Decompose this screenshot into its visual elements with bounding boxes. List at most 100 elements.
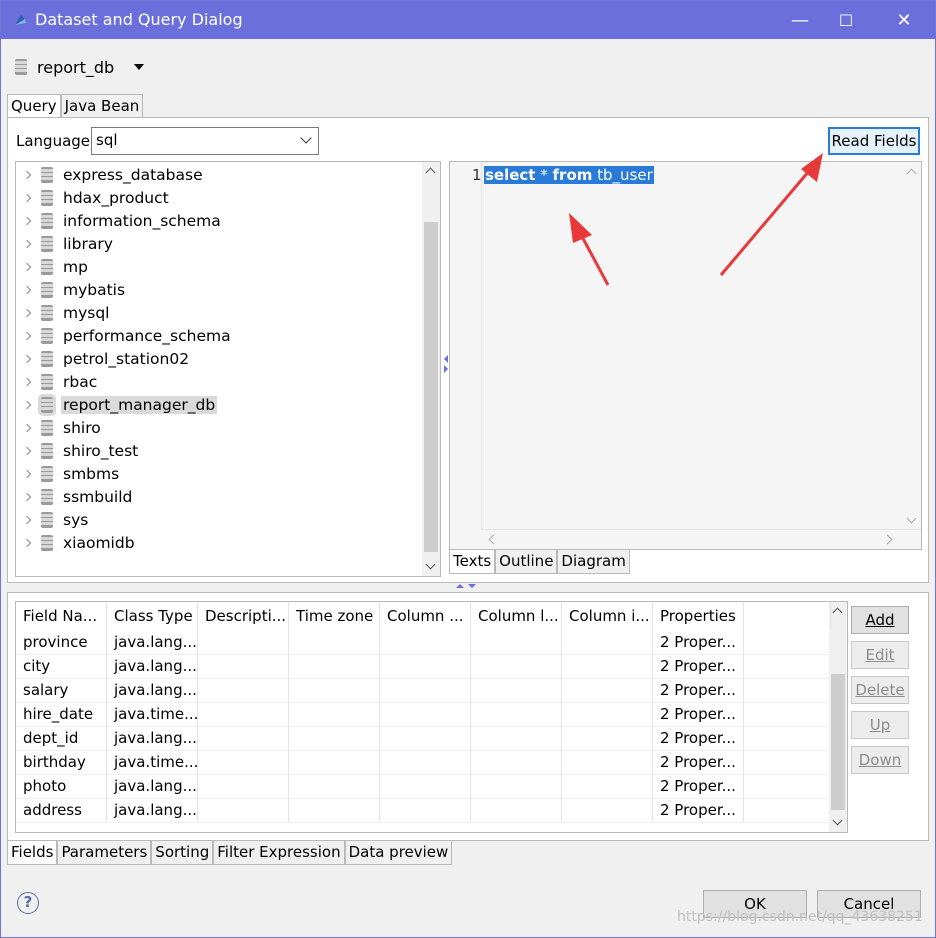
tab-query[interactable]: Query	[7, 94, 61, 118]
scroll-thumb[interactable]	[424, 222, 438, 552]
table-row[interactable]: birthday java.time... 2 Proper...	[16, 750, 831, 774]
editor-vscrollbar[interactable]	[903, 162, 921, 530]
edit-button[interactable]: Edit	[851, 641, 909, 669]
read-fields-button[interactable]: Read Fields	[828, 127, 920, 155]
expand-arrow-icon[interactable]	[22, 423, 32, 433]
database-tree[interactable]: express_database hdax_product information_…	[15, 161, 441, 577]
expand-arrow-icon[interactable]	[22, 538, 32, 548]
tree-item[interactable]: ssmbuild	[16, 486, 134, 508]
collapse-up-icon[interactable]	[456, 584, 464, 588]
sql-text[interactable]: select * from tb_user	[484, 166, 654, 184]
table-row[interactable]: address java.lang... 2 Proper...	[16, 798, 831, 822]
column-header[interactable]: Class Type	[107, 602, 198, 630]
tree-item[interactable]: sys	[16, 509, 90, 531]
table-cell: photo	[16, 774, 107, 798]
datasource-selector[interactable]: report_db	[15, 55, 145, 79]
expand-arrow-icon[interactable]	[22, 239, 32, 249]
horizontal-sash[interactable]	[456, 584, 480, 592]
sql-editor[interactable]: 1 select * from tb_user	[449, 161, 922, 550]
tab-parameters[interactable]: Parameters	[57, 841, 152, 865]
table-row[interactable]: photo java.lang... 2 Proper...	[16, 774, 831, 798]
collapse-left-icon[interactable]	[444, 355, 448, 363]
down-button[interactable]: Down	[851, 746, 909, 774]
tab-outline[interactable]: Outline	[495, 550, 558, 574]
column-header[interactable]: Properties	[653, 602, 744, 630]
expand-arrow-icon[interactable]	[22, 492, 32, 502]
fields-table[interactable]: Field Na... Class Type Descripti... Time zo…	[15, 601, 848, 833]
tree-item[interactable]: rbac	[16, 371, 99, 393]
tree-item[interactable]: shiro_test	[16, 440, 140, 462]
tab-filter-expression[interactable]: Filter Expression	[213, 841, 345, 865]
add-button[interactable]: Add	[851, 606, 909, 634]
scroll-up-icon[interactable]	[906, 168, 917, 179]
tree-item[interactable]: shiro	[16, 417, 103, 439]
tree-scrollbar[interactable]	[422, 162, 440, 576]
tree-item[interactable]: mp	[16, 256, 90, 278]
language-select[interactable]: sql	[91, 127, 319, 155]
scroll-thumb[interactable]	[831, 674, 845, 810]
tree-item[interactable]: xiaomidb	[16, 532, 137, 554]
maximize-button[interactable]: ☐	[823, 1, 869, 39]
column-header[interactable]: Field Na...	[16, 602, 107, 630]
column-header[interactable]: Column i...	[562, 602, 653, 630]
tree-item[interactable]: information_schema	[16, 210, 223, 232]
column-header[interactable]: Column ...	[380, 602, 471, 630]
tab-data-preview[interactable]: Data preview	[344, 841, 453, 865]
tree-item[interactable]: hdax_product	[16, 187, 171, 209]
delete-button[interactable]: Delete	[851, 676, 909, 704]
tab-java-bean[interactable]: Java Bean	[60, 94, 144, 118]
editor-hscrollbar[interactable]	[482, 529, 921, 549]
expand-arrow-icon[interactable]	[22, 170, 32, 180]
tree-item[interactable]: mybatis	[16, 279, 127, 301]
tree-item[interactable]: report_manager_db	[16, 394, 218, 416]
expand-down-icon[interactable]	[468, 584, 476, 588]
table-row[interactable]: salary java.lang... 2 Proper...	[16, 678, 831, 702]
tab-texts[interactable]: Texts	[449, 550, 496, 574]
expand-arrow-icon[interactable]	[22, 446, 32, 456]
scroll-down-icon[interactable]	[425, 559, 436, 570]
scroll-up-icon[interactable]	[832, 607, 843, 618]
tree-item[interactable]: library	[16, 233, 115, 255]
expand-arrow-icon[interactable]	[22, 354, 32, 364]
column-header[interactable]: Descripti...	[198, 602, 289, 630]
table-scrollbar[interactable]	[829, 602, 847, 832]
close-button[interactable]: ✕	[881, 1, 927, 39]
scroll-down-icon[interactable]	[906, 513, 917, 524]
tree-item[interactable]: petrol_station02	[16, 348, 191, 370]
expand-arrow-icon[interactable]	[22, 469, 32, 479]
help-icon[interactable]: ?	[17, 892, 39, 914]
column-header[interactable]: Column l...	[471, 602, 562, 630]
database-icon	[38, 394, 56, 416]
expand-arrow-icon[interactable]	[22, 262, 32, 272]
tab-sorting[interactable]: Sorting	[151, 841, 214, 865]
dropdown-arrow-icon[interactable]	[134, 64, 145, 70]
expand-arrow-icon[interactable]	[22, 193, 32, 203]
expand-right-icon[interactable]	[444, 365, 448, 373]
tab-diagram[interactable]: Diagram	[557, 550, 630, 574]
minimize-button[interactable]: —	[777, 1, 823, 39]
column-header[interactable]: Time zone	[289, 602, 380, 630]
expand-arrow-icon[interactable]	[22, 285, 32, 295]
table-row[interactable]: hire_date java.time... 2 Proper...	[16, 702, 831, 726]
expand-arrow-icon[interactable]	[22, 331, 32, 341]
scroll-down-icon[interactable]	[832, 815, 843, 826]
table-row[interactable]: city java.lang... 2 Proper...	[16, 654, 831, 678]
expand-arrow-icon[interactable]	[22, 515, 32, 525]
expand-arrow-icon[interactable]	[22, 308, 32, 318]
table-cell	[380, 750, 471, 774]
tree-item[interactable]: performance_schema	[16, 325, 233, 347]
scroll-right-icon[interactable]	[882, 534, 893, 545]
tab-fields[interactable]: Fields	[7, 841, 58, 865]
up-button[interactable]: Up	[851, 711, 909, 739]
expand-arrow-icon[interactable]	[22, 216, 32, 226]
table-cell: birthday	[16, 750, 107, 774]
scroll-left-icon[interactable]	[488, 534, 499, 545]
table-row[interactable]: dept_id java.lang... 2 Proper...	[16, 726, 831, 750]
expand-arrow-icon[interactable]	[22, 400, 32, 410]
tree-item[interactable]: express_database	[16, 164, 205, 186]
scroll-up-icon[interactable]	[425, 167, 436, 178]
tree-item[interactable]: smbms	[16, 463, 121, 485]
expand-arrow-icon[interactable]	[22, 377, 32, 387]
tree-item[interactable]: mysql	[16, 302, 112, 324]
table-row[interactable]: province java.lang... 2 Proper...	[16, 630, 831, 654]
